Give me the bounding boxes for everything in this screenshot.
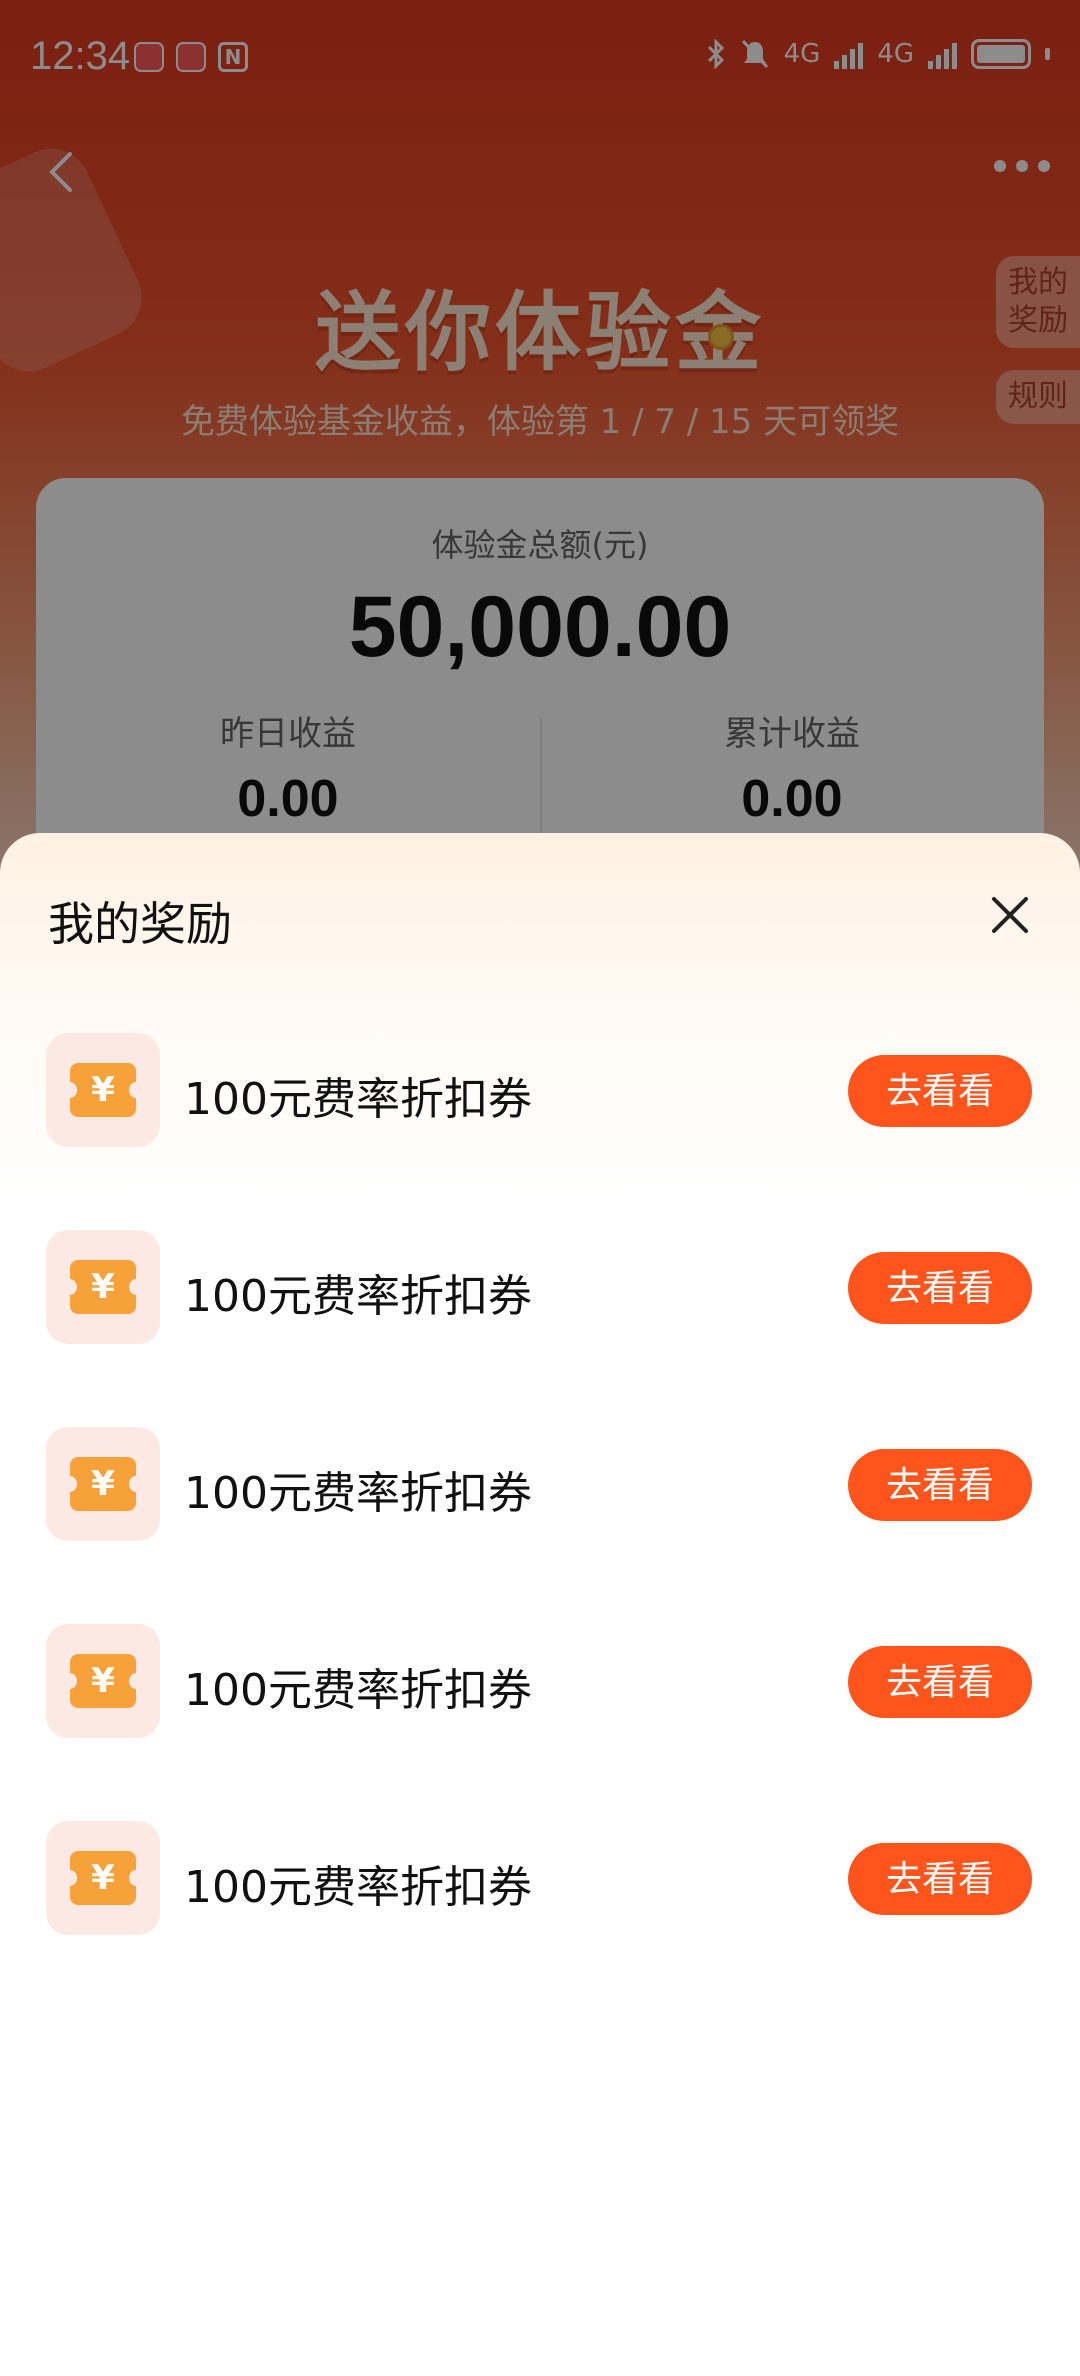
reward-name: 100元费率折扣券 bbox=[184, 1271, 532, 1322]
list-item: ¥ 100元费率折扣券 去看看 bbox=[0, 1624, 1080, 1821]
close-icon[interactable] bbox=[988, 893, 1032, 937]
coupon-icon: ¥ bbox=[46, 1821, 160, 1935]
coupon-yen-icon: ¥ bbox=[63, 1654, 143, 1708]
coupon-yen-icon: ¥ bbox=[63, 1260, 143, 1314]
modal-backdrop[interactable] bbox=[0, 0, 1080, 900]
list-item: ¥ 100元费率折扣券 去看看 bbox=[0, 1230, 1080, 1427]
reward-name: 100元费率折扣券 bbox=[184, 1665, 532, 1716]
coupon-yen-icon: ¥ bbox=[63, 1851, 143, 1905]
coupon-yen-icon: ¥ bbox=[63, 1457, 143, 1511]
view-coupon-button[interactable]: 去看看 bbox=[848, 1252, 1032, 1324]
sheet-title: 我的奖励 bbox=[48, 897, 232, 951]
view-coupon-button[interactable]: 去看看 bbox=[848, 1843, 1032, 1915]
coupon-icon: ¥ bbox=[46, 1033, 160, 1147]
list-item: ¥ 100元费率折扣券 去看看 bbox=[0, 1427, 1080, 1624]
view-coupon-button[interactable]: 去看看 bbox=[848, 1646, 1032, 1718]
reward-name: 100元费率折扣券 bbox=[184, 1468, 532, 1519]
reward-list: ¥ 100元费率折扣券 去看看 ¥ 100元费率折扣券 去看看 ¥ 100元费率… bbox=[0, 1033, 1080, 2018]
list-item: ¥ 100元费率折扣券 去看看 bbox=[0, 1821, 1080, 2018]
my-rewards-sheet: 我的奖励 ¥ 100元费率折扣券 去看看 ¥ 100元费率折扣券 去看看 ¥ 1… bbox=[0, 833, 1080, 2376]
list-item: ¥ 100元费率折扣券 去看看 bbox=[0, 1033, 1080, 1230]
reward-name: 100元费率折扣券 bbox=[184, 1862, 532, 1913]
coupon-icon: ¥ bbox=[46, 1427, 160, 1541]
view-coupon-button[interactable]: 去看看 bbox=[848, 1449, 1032, 1521]
coupon-icon: ¥ bbox=[46, 1624, 160, 1738]
coupon-icon: ¥ bbox=[46, 1230, 160, 1344]
view-coupon-button[interactable]: 去看看 bbox=[848, 1055, 1032, 1127]
coupon-yen-icon: ¥ bbox=[63, 1063, 143, 1117]
reward-name: 100元费率折扣券 bbox=[184, 1074, 532, 1125]
